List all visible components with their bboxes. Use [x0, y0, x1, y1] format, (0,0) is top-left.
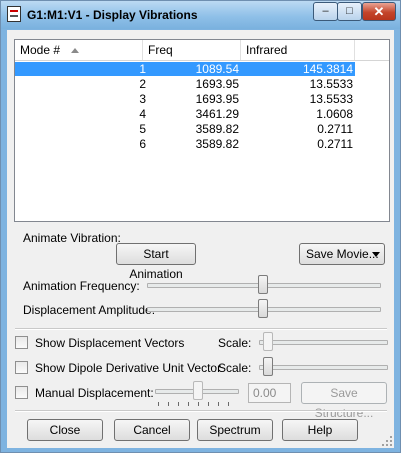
app-icon[interactable]	[7, 6, 21, 22]
cell-mode: 4	[139, 107, 146, 121]
dialog-body: Mode # Freq Infrared 1 1089.54 145.3814 …	[7, 30, 394, 448]
separator	[15, 410, 387, 412]
maximize-button[interactable]: □	[337, 2, 362, 21]
vectors-scale-label: Scale:	[218, 336, 252, 350]
table-row[interactable]: 5 3589.82 0.2711	[15, 122, 355, 136]
help-button[interactable]: Help	[282, 419, 358, 441]
manual-displacement-label: Manual Displacement:	[35, 386, 154, 400]
table-row[interactable]: 1 1089.54 145.3814	[15, 62, 355, 76]
list-header: Mode # Freq Infrared	[15, 40, 389, 61]
separator	[15, 328, 387, 330]
cell-infrared: 0.2711	[317, 122, 353, 136]
cell-infrared: 1.0608	[316, 107, 353, 121]
cell-infrared: 13.5533	[309, 92, 353, 106]
table-row[interactable]: 2 1693.95 13.5533	[15, 77, 355, 91]
cell-infrared: 13.5533	[309, 77, 353, 91]
cell-mode: 2	[139, 77, 146, 91]
minimize-button[interactable]: –	[313, 2, 338, 21]
show-dipole-derivative-label: Show Dipole Derivative Unit Vector	[35, 361, 222, 375]
cell-freq: 1693.95	[195, 77, 239, 91]
cell-freq: 1693.95	[195, 92, 239, 106]
column-header-infrared[interactable]: Infrared	[241, 40, 355, 60]
cell-mode: 6	[139, 137, 146, 151]
column-header-freq[interactable]: Freq	[143, 40, 241, 60]
spectrum-button[interactable]: Spectrum	[197, 419, 273, 441]
window-title: G1:M1:V1 - Display Vibrations	[27, 8, 198, 22]
table-row[interactable]: 4 3461.29 1.0608	[15, 107, 355, 121]
dialog-window: G1:M1:V1 - Display Vibrations – □ ✕ Mode…	[0, 0, 401, 453]
table-row[interactable]: 3 1693.95 13.5533	[15, 92, 355, 106]
dropdown-arrow-icon	[372, 252, 380, 257]
start-animation-button[interactable]: Start Animation	[116, 243, 196, 281]
cell-mode: 5	[139, 122, 146, 136]
table-row[interactable]: 6 3589.82 0.2711	[15, 137, 355, 151]
animate-vibration-label: Animate Vibration:	[23, 231, 121, 245]
close-button[interactable]: Close	[27, 419, 103, 441]
cell-freq: 1089.54	[195, 62, 239, 76]
column-header-mode[interactable]: Mode #	[15, 40, 143, 60]
dipole-scale-slider[interactable]	[263, 357, 273, 376]
slider-tick	[218, 402, 219, 406]
cell-infrared: 145.3814	[302, 62, 353, 76]
slider-tick	[158, 402, 159, 406]
slider-tick	[208, 402, 209, 406]
save-structure-button[interactable]: Save Structure...	[301, 382, 387, 420]
save-movie-label: Save Movie...	[306, 247, 379, 261]
cell-mode: 3	[139, 92, 146, 106]
dipole-scale-label: Scale:	[218, 361, 252, 375]
show-displacement-vectors-checkbox[interactable]	[15, 336, 28, 349]
slider-tick	[188, 402, 189, 406]
title-bar[interactable]: G1:M1:V1 - Display Vibrations – □ ✕	[1, 1, 400, 29]
animation-frequency-label: Animation Frequency:	[23, 279, 140, 293]
cancel-button[interactable]: Cancel	[114, 419, 190, 441]
show-dipole-derivative-checkbox[interactable]	[15, 361, 28, 374]
show-displacement-vectors-label: Show Displacement Vectors	[35, 336, 185, 350]
cell-freq: 3589.82	[195, 122, 239, 136]
dipole-scale-track[interactable]	[259, 365, 388, 370]
sort-ascending-icon	[71, 48, 79, 53]
cell-infrared: 0.2711	[317, 137, 353, 151]
cell-mode: 1	[139, 62, 146, 76]
slider-tick	[168, 402, 169, 406]
vectors-scale-slider[interactable]	[263, 332, 273, 351]
vectors-scale-track[interactable]	[259, 340, 388, 345]
cell-freq: 3461.29	[195, 107, 239, 121]
manual-displacement-checkbox[interactable]	[15, 386, 28, 399]
slider-tick	[228, 402, 229, 406]
animation-frequency-slider[interactable]	[258, 275, 268, 294]
slider-tick	[198, 402, 199, 406]
column-header-mode-label: Mode #	[20, 43, 61, 57]
displacement-amplitude-slider[interactable]	[258, 299, 268, 318]
slider-tick	[178, 402, 179, 406]
displacement-amplitude-label: Displacement Amplitude:	[23, 303, 156, 317]
manual-displacement-value[interactable]: 0.00	[248, 383, 291, 403]
save-movie-button[interactable]: Save Movie...	[299, 243, 385, 265]
manual-displacement-slider[interactable]	[193, 381, 203, 400]
resize-grip-icon[interactable]	[382, 436, 392, 446]
modes-list[interactable]: Mode # Freq Infrared 1 1089.54 145.3814 …	[14, 39, 390, 222]
close-window-button[interactable]: ✕	[362, 2, 396, 21]
cell-freq: 3589.82	[195, 137, 239, 151]
